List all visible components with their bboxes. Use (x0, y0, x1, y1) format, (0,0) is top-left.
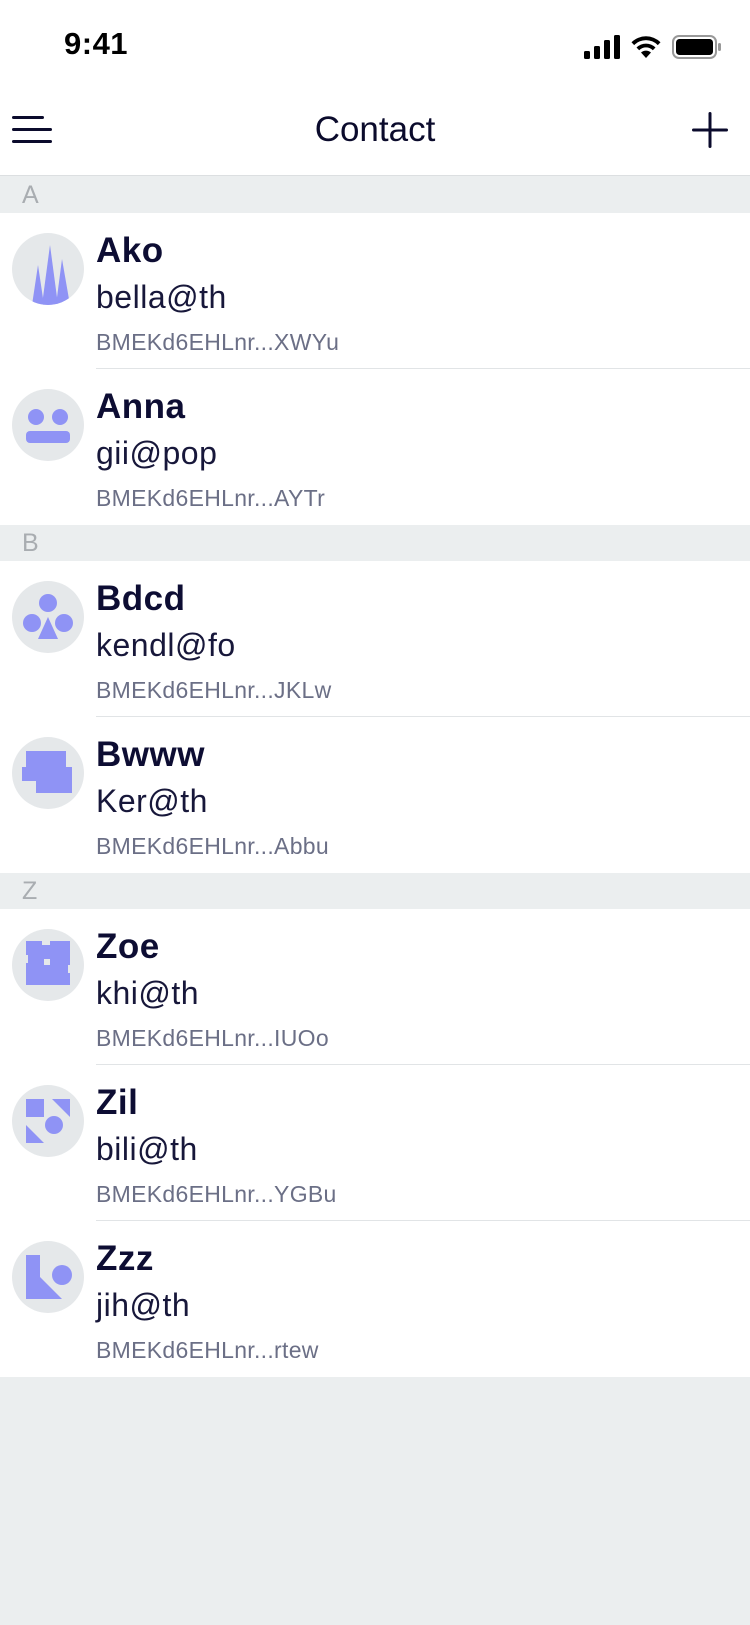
contact-row-bwww[interactable]: Bwww Ker@th BMEKd6EHLnr...Abbu (0, 717, 750, 873)
section-letter: B (22, 529, 39, 557)
add-contact-button[interactable] (688, 108, 732, 152)
blocks-avatar-icon (22, 751, 72, 793)
status-bar: 9:41 (0, 0, 750, 88)
face-avatar-icon (26, 409, 70, 443)
contact-name: Zzz (96, 1239, 154, 1278)
triangles-avatar-icon (32, 245, 70, 305)
avatar (12, 1241, 84, 1313)
section-letter: Z (22, 877, 38, 905)
contact-address: BMEKd6EHLnr...IUOo (96, 1025, 329, 1051)
contact-row-ako[interactable]: Ako bella@th BMEKd6EHLnr...XWYu (0, 213, 750, 369)
circles-triangle-avatar-icon (23, 594, 73, 639)
contact-row-zil[interactable]: Zil bili@th BMEKd6EHLnr...YGBu (0, 1065, 750, 1221)
contact-row-bdcd[interactable]: Bdcd kendl@fo BMEKd6EHLnr...JKLw (0, 561, 750, 717)
contact-row-anna[interactable]: Anna gii@pop BMEKd6EHLnr...AYTr (0, 369, 750, 525)
wifi-icon (631, 36, 661, 58)
status-icons (584, 32, 722, 62)
contact-address: BMEKd6EHLnr...JKLw (96, 677, 332, 703)
section-header-b: B (0, 525, 750, 561)
contact-address: BMEKd6EHLnr...Abbu (96, 833, 329, 859)
contact-name: Anna (96, 387, 186, 426)
contact-email: gii@pop (96, 435, 218, 471)
contact-email: Ker@th (96, 783, 208, 819)
section-header-a: A (0, 177, 750, 213)
contact-email: bili@th (96, 1131, 198, 1167)
contact-name: Bwww (96, 735, 205, 774)
avatar (12, 233, 84, 305)
contact-email: khi@th (96, 975, 200, 1011)
contact-name: Zoe (96, 927, 160, 966)
avatar (12, 389, 84, 461)
contact-email: jih@th (96, 1287, 191, 1323)
shapes-avatar-icon (26, 1099, 70, 1143)
contact-name: Bdcd (96, 579, 186, 618)
avatar (12, 1085, 84, 1157)
contact-address: BMEKd6EHLnr...YGBu (96, 1181, 337, 1207)
plus-icon (692, 112, 728, 148)
puzzle-avatar-icon (22, 939, 74, 985)
cellular-signal-icon (584, 35, 620, 59)
contact-email: bella@th (96, 279, 227, 315)
contact-row-zzz[interactable]: Zzz jih@th BMEKd6EHLnr...rtew (0, 1221, 750, 1377)
avatar (12, 929, 84, 1001)
status-time: 9:41 (64, 26, 129, 61)
contact-address: BMEKd6EHLnr...rtew (96, 1337, 319, 1363)
page-title: Contact (314, 110, 436, 149)
section-letter: A (22, 181, 39, 209)
section-header-z: Z (0, 873, 750, 909)
avatar (12, 581, 84, 653)
nav-bar: Contact (0, 88, 750, 176)
contact-name: Zil (96, 1083, 139, 1122)
contact-row-zoe[interactable]: Zoe khi@th BMEKd6EHLnr...IUOo (0, 909, 750, 1065)
contact-name: Ako (96, 231, 164, 270)
contact-list: A Ako bella@th BMEKd6EHLnr...XWYu Anna g… (0, 177, 750, 1625)
avatar (12, 737, 84, 809)
empty-list-area (0, 1377, 750, 1625)
contact-address: BMEKd6EHLnr...XWYu (96, 329, 340, 355)
contact-email: kendl@fo (96, 627, 236, 663)
contact-address: BMEKd6EHLnr...AYTr (96, 485, 326, 511)
battery-icon (672, 35, 721, 59)
square-circle-avatar-icon (26, 1255, 72, 1299)
